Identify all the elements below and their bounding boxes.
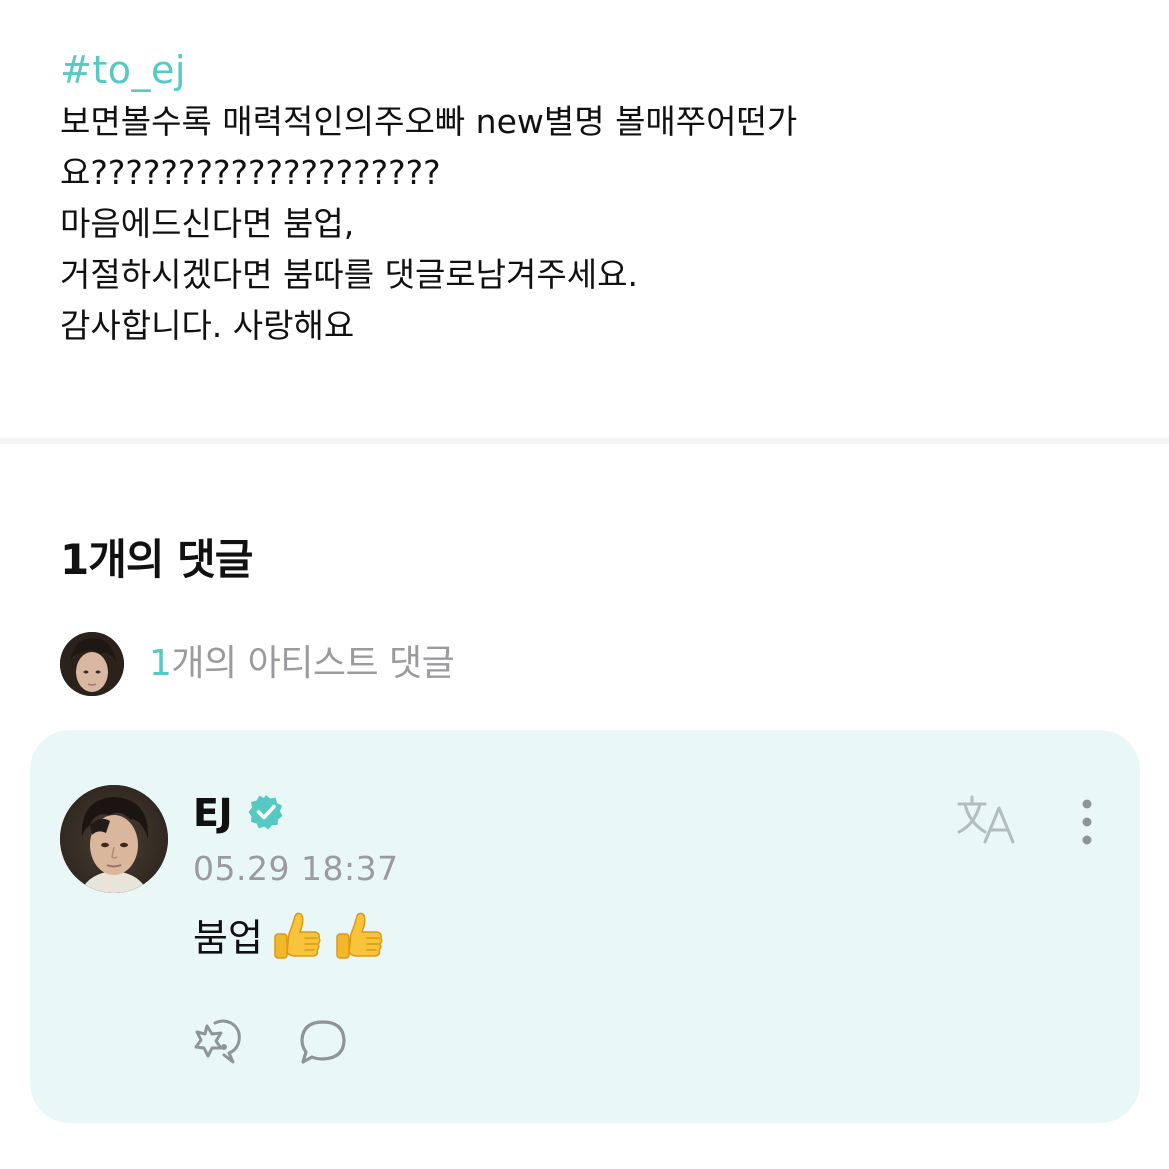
verified-badge-icon	[248, 795, 283, 830]
post-text-line: 거절하시겠다면 붐따를 댓글로남겨주세요.	[60, 255, 638, 294]
comment-text: 붐업	[193, 916, 263, 960]
post-text-line: 보면볼수록 매력적인의주오빠 new별명 볼매쭈어떤가	[60, 102, 798, 141]
reply-bubble-icon	[300, 1020, 346, 1064]
artist-comments-text: 개의 아티스트 댓글	[171, 643, 455, 684]
comment-content: 붐업	[193, 910, 387, 966]
translate-icon	[957, 795, 1015, 844]
artist-comment-card: EJ 05.29 18:37 붐업	[30, 730, 1140, 1123]
thumbs-up-emoji-icon	[336, 912, 383, 959]
post-text-line: 감사합니다. 사랑해요	[60, 306, 355, 345]
thumbs-up-emoji-icon	[274, 912, 321, 959]
artist-comments-label: 1개의 아티스트 댓글	[149, 640, 455, 688]
author-name[interactable]: EJ	[193, 790, 233, 836]
post-hashtag[interactable]: #to_ej	[60, 44, 1120, 96]
more-options-button[interactable]	[1070, 795, 1104, 851]
author-avatar[interactable]	[60, 785, 168, 893]
translate-button[interactable]	[955, 792, 1019, 848]
artist-avatar	[60, 632, 124, 696]
section-divider	[0, 438, 1169, 444]
reaction-button[interactable]	[193, 1017, 247, 1067]
reply-button[interactable]	[298, 1018, 348, 1066]
post-text-line: 요????????????????????	[60, 153, 441, 192]
post-body: #to_ej 보면볼수록 매력적인의주오빠 new별명 볼매쭈어떤가 요????…	[60, 44, 1120, 351]
comments-count-title: 1개의 댓글	[60, 535, 253, 584]
more-vertical-icon	[1082, 799, 1092, 845]
artist-comments-count: 1	[149, 643, 172, 684]
post-text-line: 마음에드신다면 붐업,	[60, 204, 355, 243]
artist-comments-filter[interactable]: 1개의 아티스트 댓글	[60, 632, 455, 696]
reaction-icon	[194, 1019, 241, 1064]
comment-timestamp: 05.29 18:37	[193, 849, 399, 888]
